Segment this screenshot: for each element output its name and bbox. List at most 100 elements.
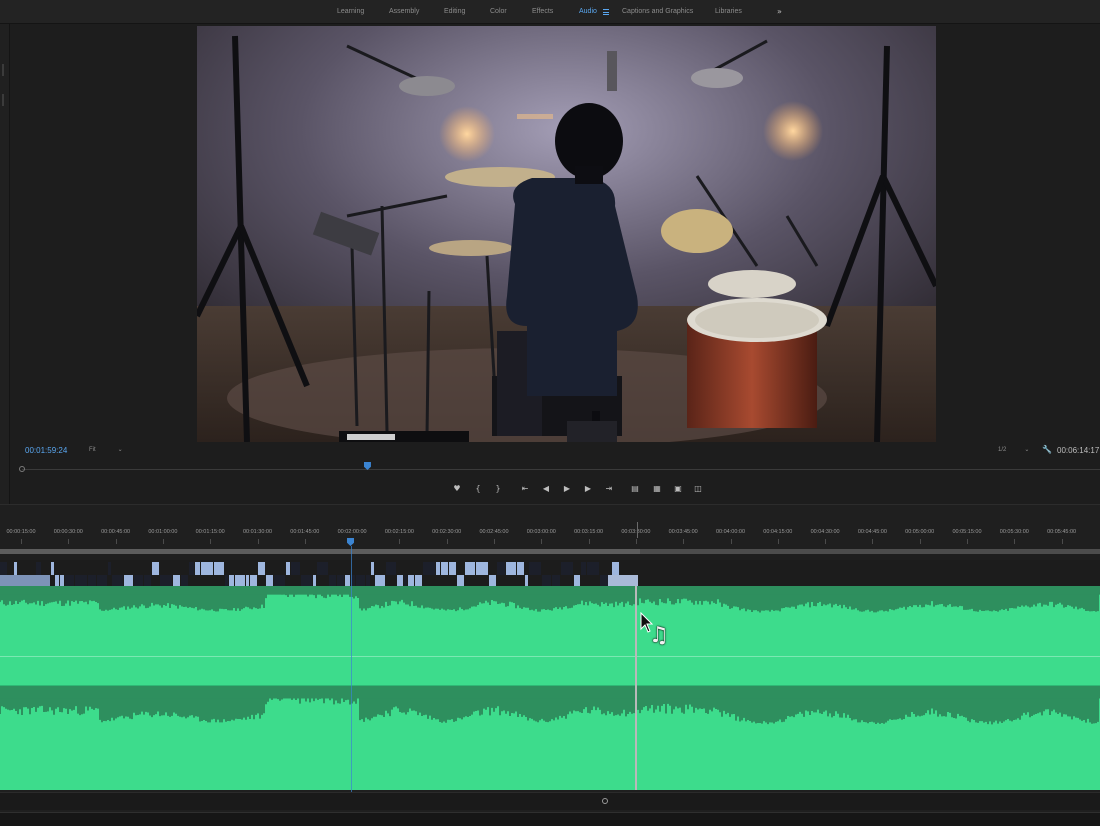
video-clip <box>506 562 516 575</box>
ruler-tick <box>68 539 70 544</box>
playhead-timecode[interactable]: 00:01:59:24 <box>25 446 67 455</box>
step-forward-icon[interactable]: ▶ <box>582 482 594 496</box>
edit-point-marker <box>637 522 638 538</box>
workspace-tab-learning[interactable]: Learning <box>337 0 364 24</box>
video-clip <box>441 562 448 575</box>
work-area-range <box>0 549 640 554</box>
workspace-tab-captions-and-graphics[interactable]: Captions and Graphics <box>622 0 693 24</box>
playhead-line <box>351 546 352 798</box>
video-clip <box>291 562 300 575</box>
ruler-tick <box>162 539 164 544</box>
ruler-tick <box>446 539 448 544</box>
ruler-tick <box>588 539 590 544</box>
ruler-label: 00:03:00:00 <box>526 529 556 535</box>
settings-wrench-icon[interactable]: 🔧 <box>1042 445 1052 454</box>
ruler-label: 00:00:15:00 <box>6 529 36 535</box>
video-clip <box>152 562 159 575</box>
audio-track-a1[interactable] <box>0 586 1100 658</box>
workspace-menu-icon[interactable] <box>603 9 609 15</box>
video-clip <box>465 562 475 575</box>
ruler-tick <box>825 539 827 544</box>
bottom-panel-edge <box>0 812 1100 826</box>
zoom-level-select[interactable]: Fit ⌄ <box>89 446 123 453</box>
comparison-view-icon[interactable]: ◫ <box>692 482 704 496</box>
ruler-tick <box>257 539 259 544</box>
ruler-label: 00:03:30:00 <box>621 529 651 535</box>
go-to-out-icon[interactable]: ⇥ <box>602 482 616 496</box>
ruler-tick <box>304 539 306 544</box>
lift-icon[interactable]: ▤ <box>628 482 642 496</box>
mark-out-icon[interactable]: } <box>493 482 503 496</box>
audio-track-divider <box>0 656 1100 686</box>
video-clip <box>214 562 224 575</box>
program-monitor-video[interactable] <box>197 26 936 442</box>
video-clip <box>286 562 290 575</box>
monitor-time-ruler[interactable] <box>19 462 1100 474</box>
video-clip <box>371 562 374 575</box>
video-clip <box>36 562 41 575</box>
ruler-label: 00:01:45:00 <box>290 529 320 535</box>
video-clip <box>201 562 213 575</box>
ruler-label: 00:03:15:00 <box>574 529 604 535</box>
waveform-top-band <box>0 586 1100 595</box>
work-area-bar[interactable] <box>0 549 1100 554</box>
ruler-tick <box>541 539 543 544</box>
workspace-tab-effects[interactable]: Effects <box>532 0 553 24</box>
play-icon[interactable]: ▶ <box>561 482 573 496</box>
more-workspaces-icon[interactable]: » <box>777 0 782 24</box>
video-clip <box>423 562 435 575</box>
timeline-scrollbar[interactable] <box>0 792 1100 810</box>
video-clip <box>436 562 440 575</box>
playback-resolution-value: 1/2 <box>998 447 1007 453</box>
workspace-tab-audio[interactable]: Audio <box>579 0 597 24</box>
left-panel-edge <box>0 24 10 504</box>
ruler-label: 00:04:30:00 <box>810 529 840 535</box>
video-clip <box>386 562 396 575</box>
ruler-label: 00:01:30:00 <box>242 529 273 535</box>
workspace-tab-libraries[interactable]: Libraries <box>715 0 742 24</box>
clip-edit-boundary[interactable] <box>635 586 637 790</box>
playback-resolution-select[interactable]: 1/2 ⌄ <box>998 446 1029 453</box>
video-clip <box>476 562 488 575</box>
ruler-tick <box>21 539 22 544</box>
step-back-icon[interactable]: ◀ <box>540 482 552 496</box>
ruler-tick <box>919 539 921 544</box>
workspace-tab-editing[interactable]: Editing <box>444 0 465 24</box>
audio-track-a2[interactable] <box>0 686 1100 790</box>
video-clip <box>14 562 17 575</box>
ruler-label: 00:02:45:00 <box>479 529 509 535</box>
ruler-tick <box>399 539 401 544</box>
ruler-label: 00:02:30:00 <box>432 529 462 535</box>
ruler-tick <box>777 539 779 544</box>
video-clip <box>581 562 586 575</box>
ruler-label: 00:04:15:00 <box>763 529 793 535</box>
video-clip <box>517 562 524 575</box>
zoom-level-value: Fit <box>89 447 96 453</box>
timeline-ruler[interactable]: 00:00:15:00 00:00:30:00 00:00:45:00 00:01:0… <box>0 529 1100 545</box>
video-clip <box>529 562 541 575</box>
waveform-top-band <box>0 686 1100 699</box>
go-to-in-icon[interactable]: ⇤ <box>518 482 532 496</box>
ruler-tick <box>210 539 212 544</box>
video-clip <box>587 562 599 575</box>
export-frame-icon[interactable]: ▣ <box>672 482 684 496</box>
ruler-label: 00:05:30:00 <box>999 529 1029 535</box>
scroll-knob[interactable] <box>602 798 608 804</box>
video-clip <box>189 562 194 575</box>
video-clip <box>561 562 573 575</box>
ruler-label: 00:00:45:00 <box>101 529 131 535</box>
ruler-tick <box>730 539 732 544</box>
audio-waveform-a1 <box>0 586 1100 613</box>
video-clip <box>612 562 619 575</box>
video-clip <box>317 562 328 575</box>
add-marker-icon[interactable]: ♥ <box>452 482 462 496</box>
video-clip <box>195 562 200 575</box>
ruler-tick <box>1061 539 1063 544</box>
workspace-bar: Learning Assembly Editing Color Effects … <box>0 0 1100 24</box>
workspace-tab-color[interactable]: Color <box>490 0 507 24</box>
extract-icon[interactable]: ▦ <box>650 482 664 496</box>
ruler-tick <box>967 539 968 544</box>
ruler-tick <box>115 539 117 544</box>
workspace-tab-assembly[interactable]: Assembly <box>389 0 419 24</box>
mark-in-icon[interactable]: { <box>473 482 483 496</box>
